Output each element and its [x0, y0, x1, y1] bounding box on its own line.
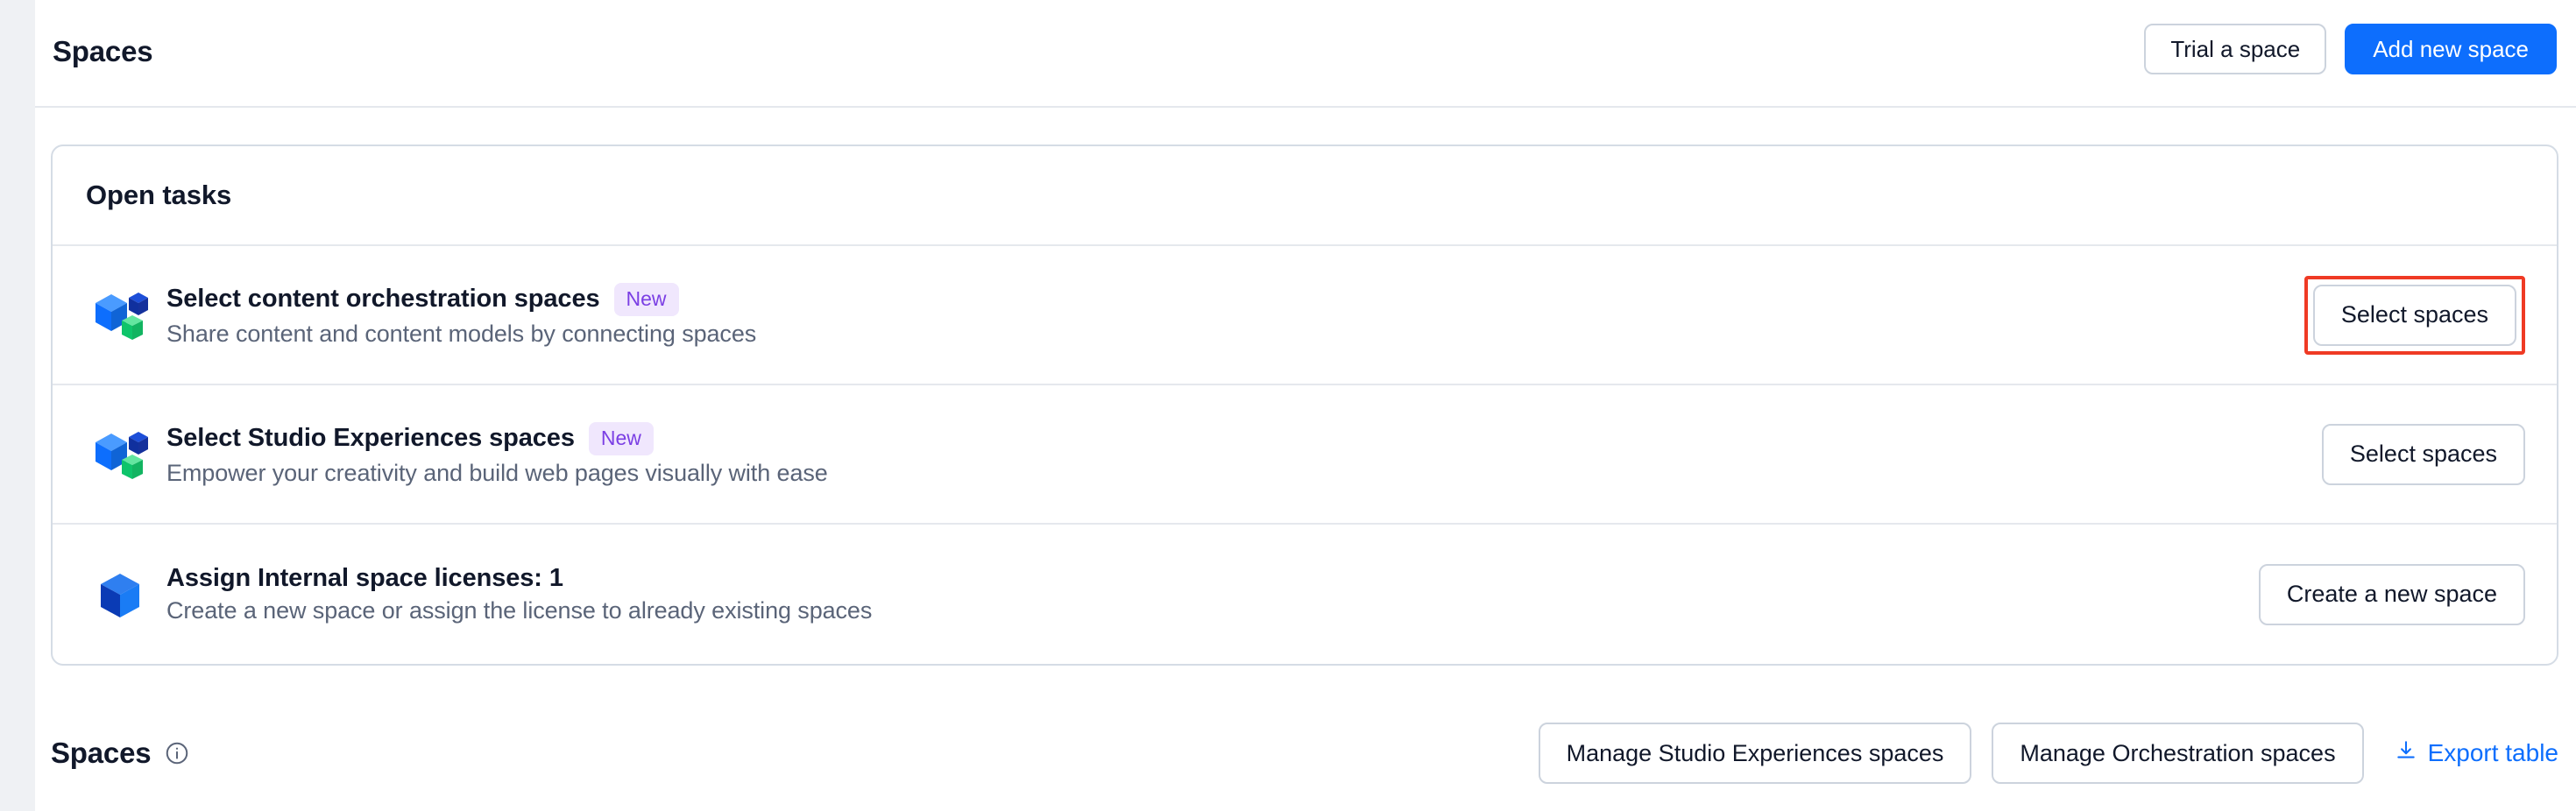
- task-title-line: Select content orchestration spaces New: [166, 283, 2304, 316]
- task-action: Select spaces: [2304, 276, 2525, 355]
- page-title: Spaces: [53, 35, 152, 68]
- task-row: Select Studio Experiences spaces New Emp…: [53, 385, 2557, 525]
- task-row: Assign Internal space licenses: 1 Create…: [53, 525, 2557, 664]
- manage-studio-experiences-spaces-button[interactable]: Manage Studio Experiences spaces: [1539, 723, 1972, 784]
- task-text: Select content orchestration spaces New …: [166, 283, 2304, 348]
- manage-orchestration-spaces-button[interactable]: Manage Orchestration spaces: [1992, 723, 2363, 784]
- add-new-space-button[interactable]: Add new space: [2345, 24, 2557, 74]
- page-body: Spaces Trial a space Add new space Open …: [35, 0, 2576, 811]
- task-text: Select Studio Experiences spaces New Emp…: [166, 422, 2322, 487]
- task-title-line: Select Studio Experiences spaces New: [166, 422, 2322, 455]
- open-tasks-heading: Open tasks: [86, 180, 231, 211]
- new-badge: New: [614, 283, 679, 316]
- open-tasks-header: Open tasks: [53, 146, 2557, 246]
- download-icon: [2395, 739, 2417, 768]
- task-title: Select Studio Experiences spaces: [166, 424, 575, 453]
- task-title: Select content orchestration spaces: [166, 285, 600, 314]
- export-table-link[interactable]: Export table: [2384, 739, 2558, 768]
- open-tasks-card: Open tasks: [51, 145, 2558, 666]
- three-cubes-icon: [88, 283, 152, 348]
- trial-a-space-button[interactable]: Trial a space: [2144, 24, 2326, 74]
- export-table-label: Export table: [2428, 739, 2558, 767]
- header-actions: Trial a space Add new space: [2144, 24, 2557, 74]
- task-description: Empower your creativity and build web pa…: [166, 460, 2322, 487]
- task-text: Assign Internal space licenses: 1 Create…: [166, 564, 2259, 624]
- spaces-section-actions: Manage Studio Experiences spaces Manage …: [1539, 723, 2558, 784]
- create-a-new-space-button[interactable]: Create a new space: [2259, 564, 2525, 625]
- task-action: Create a new space: [2259, 564, 2525, 625]
- spaces-section-title: Spaces: [51, 737, 190, 770]
- task-title-line: Assign Internal space licenses: 1: [166, 564, 2259, 593]
- three-cubes-icon: [88, 422, 152, 487]
- highlight-ring: Select spaces: [2304, 276, 2525, 355]
- page-header: Spaces Trial a space Add new space: [35, 0, 2576, 108]
- spaces-section-label: Spaces: [51, 737, 151, 770]
- new-badge: New: [589, 422, 654, 455]
- task-row: Select content orchestration spaces New …: [53, 246, 2557, 385]
- task-title: Assign Internal space licenses: 1: [166, 564, 563, 593]
- task-description: Create a new space or assign the license…: [166, 597, 2259, 624]
- select-spaces-button[interactable]: Select spaces: [2322, 424, 2525, 485]
- spaces-page: Spaces Trial a space Add new space Open …: [0, 0, 2576, 811]
- info-circle-icon[interactable]: [164, 740, 190, 766]
- select-spaces-button[interactable]: Select spaces: [2313, 285, 2516, 346]
- single-cube-icon: [88, 562, 152, 627]
- task-description: Share content and content models by conn…: [166, 321, 2304, 348]
- spaces-section-bar: Spaces Manage Studio Experiences spaces …: [51, 709, 2558, 797]
- task-action: Select spaces: [2322, 424, 2525, 485]
